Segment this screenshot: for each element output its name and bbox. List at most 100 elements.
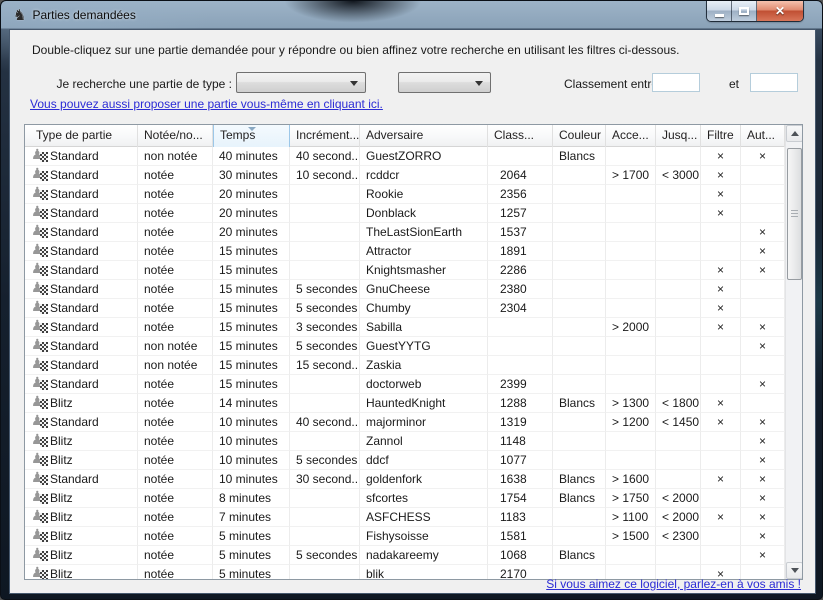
cell-type: Standard [25, 337, 138, 356]
cell-rated: notée [138, 451, 213, 470]
game-row[interactable]: Blitznotée8 minutessfcortes1754Blancs> 1… [25, 489, 787, 508]
game-row[interactable]: Blitznotée5 minutes5 secondesnadakareemy… [25, 546, 787, 565]
game-row[interactable]: Blitznotée5 minutesFishysoisse1581> 1500… [25, 527, 787, 546]
game-row[interactable]: Standardnon notée15 minutes15 second...Z… [25, 356, 787, 375]
game-row[interactable]: Standardnotée20 minutesTheLastSionEarth1… [25, 223, 787, 242]
secondary-filter-combobox[interactable] [398, 72, 491, 93]
column-header-rating[interactable]: Class... [488, 125, 553, 147]
cell-filter [701, 223, 741, 242]
cell-rating: 1183 [488, 508, 553, 527]
cell-type: Standard [25, 470, 138, 489]
cell-color: Blancs [553, 489, 606, 508]
cell-type: Blitz [25, 508, 138, 527]
cell-filter: × [701, 166, 741, 185]
cell-to: < 1800 [656, 394, 701, 413]
maximize-icon [739, 7, 749, 15]
cell-rating: 2170 [488, 565, 553, 580]
cell-rated: notée [138, 489, 213, 508]
cell-auto: × [741, 147, 785, 166]
game-row[interactable]: Standardnotée15 minutes5 secondesChumby2… [25, 299, 787, 318]
game-row[interactable]: Standardnotée15 minutesKnightsmasher2286… [25, 261, 787, 280]
cell-filter: × [701, 185, 741, 204]
scrollbar-thumb[interactable] [787, 148, 802, 280]
title-bar[interactable]: ♞ Parties demandées [1, 1, 822, 29]
game-row[interactable]: Standardnon notée40 minutes40 second...G… [25, 147, 787, 166]
cell-from [606, 185, 656, 204]
column-header-color[interactable]: Couleur [553, 125, 606, 147]
cell-filter: × [701, 413, 741, 432]
cell-auto [741, 356, 785, 375]
cell-from [606, 223, 656, 242]
cell-from [606, 432, 656, 451]
minimize-button[interactable] [707, 1, 732, 21]
column-header-auto[interactable]: Aut... [741, 125, 785, 147]
cell-color [553, 299, 606, 318]
rating-min-input[interactable] [652, 73, 700, 92]
scrollbar-up-button[interactable] [786, 125, 803, 142]
cell-type: Standard [25, 204, 138, 223]
game-row[interactable]: Blitznotée10 minutes5 secondesddcf1077× [25, 451, 787, 470]
rating-max-input[interactable] [750, 73, 798, 92]
chess-pawn-icon [31, 396, 48, 411]
cell-rated: non notée [138, 337, 213, 356]
cell-opponent: Zannol [360, 432, 488, 451]
cell-type: Blitz [25, 565, 138, 580]
table-body: Standardnon notée40 minutes40 second...G… [25, 147, 787, 580]
chess-pawn-icon [31, 415, 48, 430]
cell-color: Blancs [553, 470, 606, 489]
game-row[interactable]: Standardnotée10 minutes40 second...major… [25, 413, 787, 432]
column-header-rated[interactable]: Notée/no... [138, 125, 213, 147]
column-header-to[interactable]: Jusq... [656, 125, 701, 147]
game-row[interactable]: Standardnotée30 minutes10 second...rcddc… [25, 166, 787, 185]
cell-increment [290, 508, 360, 527]
game-row[interactable]: Standardnotée15 minutes3 secondesSabilla… [25, 318, 787, 337]
game-row[interactable]: Blitznotée14 minutesHauntedKnight1288Bla… [25, 394, 787, 413]
cell-type: Standard [25, 166, 138, 185]
vertical-scrollbar[interactable] [785, 125, 802, 579]
column-header-increment[interactable]: Incrément... [290, 125, 360, 147]
game-row[interactable]: Standardnotée15 minutesAttractor1891× [25, 242, 787, 261]
table-header: Type de partieNotée/no...TempsIncrément.… [25, 125, 787, 147]
cell-from [606, 147, 656, 166]
game-row[interactable]: Standardnotée10 minutes30 second...golde… [25, 470, 787, 489]
column-header-type[interactable]: Type de partie [25, 125, 138, 147]
cell-time: 5 minutes [213, 546, 290, 565]
cell-type: Standard [25, 280, 138, 299]
game-row[interactable]: Standardnotée15 minutes5 secondesGnuChee… [25, 280, 787, 299]
cell-auto [741, 166, 785, 185]
cell-to: < 2000 [656, 508, 701, 527]
column-header-filter[interactable]: Filtre [701, 125, 741, 147]
game-row[interactable]: Blitznotée10 minutesZannol1148× [25, 432, 787, 451]
game-row[interactable]: Standardnon notée15 minutes5 secondesGue… [25, 337, 787, 356]
cell-rating [488, 318, 553, 337]
cell-to [656, 375, 701, 394]
tell-friends-link[interactable]: Si vous aimez ce logiciel, parlez-en à v… [546, 577, 801, 591]
cell-filter: × [701, 147, 741, 166]
game-row[interactable]: Standardnotée20 minutesDonblack1257× [25, 204, 787, 223]
cell-auto [741, 185, 785, 204]
cell-to [656, 356, 701, 375]
column-header-label: Acce... [612, 128, 649, 142]
cell-auto: × [741, 413, 785, 432]
cell-to: < 3000 [656, 166, 701, 185]
propose-game-link[interactable]: Vous pouvez aussi proposer une partie vo… [30, 97, 383, 111]
column-header-time[interactable]: Temps [213, 125, 290, 147]
column-header-from[interactable]: Acce... [606, 125, 656, 147]
cell-auto [741, 280, 785, 299]
game-row[interactable]: Standardnotée20 minutesRookie2356× [25, 185, 787, 204]
game-type-combobox[interactable] [236, 72, 366, 93]
game-row[interactable]: Standardnotée15 minutesdoctorweb2399× [25, 375, 787, 394]
cell-filter: × [701, 280, 741, 299]
close-button[interactable]: ✕ [757, 1, 803, 21]
cell-to [656, 280, 701, 299]
maximize-button[interactable] [732, 1, 757, 21]
cell-rated: notée [138, 166, 213, 185]
cell-auto: × [741, 508, 785, 527]
chess-pawn-icon [31, 434, 48, 449]
cell-rating: 1754 [488, 489, 553, 508]
cell-to: < 1450 [656, 413, 701, 432]
column-header-opponent[interactable]: Adversaire [360, 125, 488, 147]
cell-increment [290, 204, 360, 223]
cell-filter: × [701, 508, 741, 527]
game-row[interactable]: Blitznotée7 minutesASFCHESS1183> 1100< 2… [25, 508, 787, 527]
